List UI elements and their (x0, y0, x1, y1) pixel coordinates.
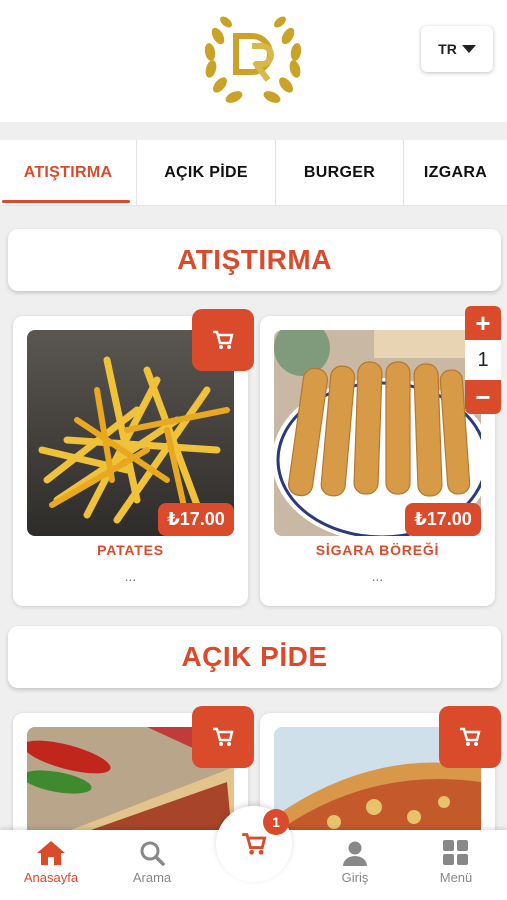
caret-down-icon (461, 45, 476, 53)
category-tabs: ATIŞTIRMA AÇIK PİDE BURGER IZGARA (0, 140, 507, 206)
nav-label: Arama (132, 870, 172, 885)
increase-quantity-button[interactable]: + (465, 306, 501, 340)
cart-icon (460, 727, 481, 746)
product-name: SİGARA BÖREĞİ (315, 542, 440, 558)
language-selector[interactable]: TR (421, 26, 493, 72)
product-card[interactable]: ₺17.00 SİGARA BÖREĞİ ... (260, 316, 495, 606)
brand-logo[interactable] (196, 6, 310, 110)
quantity-value: 1 (465, 340, 501, 380)
price-badge: ₺17.00 (158, 503, 234, 536)
add-to-cart-button[interactable] (439, 706, 501, 768)
language-label: TR (438, 41, 457, 57)
tab-burger[interactable]: BURGER (276, 140, 404, 206)
nav-label: Anasayfa (23, 870, 79, 885)
nav-search[interactable]: Arama (112, 840, 192, 896)
tab-acik-pide[interactable]: AÇIK PİDE (137, 140, 276, 206)
product-name: PATATES (97, 542, 164, 558)
user-icon (343, 841, 367, 866)
add-to-cart-button[interactable] (192, 309, 254, 371)
product-description: ... (371, 568, 384, 584)
tab-atistirma[interactable]: ATIŞTIRMA (0, 140, 137, 206)
cart-icon (213, 727, 234, 746)
nav-label: Giriş (341, 870, 369, 885)
home-icon (37, 841, 65, 865)
cart-count-badge: 1 (263, 809, 289, 835)
cart-icon (242, 833, 267, 855)
section-title: ATIŞTIRMA (8, 229, 501, 291)
section-title: AÇIK PİDE (8, 626, 501, 688)
price-badge: ₺17.00 (405, 503, 481, 536)
cart-icon (213, 330, 234, 349)
quantity-stepper: + 1 − (465, 306, 501, 414)
nav-menu[interactable]: Menü (416, 840, 496, 896)
nav-login[interactable]: Giriş (315, 840, 395, 896)
app-header: TR (0, 0, 507, 122)
nav-home[interactable]: Anasayfa (11, 840, 91, 896)
product-description: ... (124, 568, 137, 584)
add-to-cart-button[interactable] (192, 706, 254, 768)
grid-icon (443, 840, 468, 865)
tab-izgara[interactable]: IZGARA (404, 140, 507, 206)
nav-label: Menü (439, 870, 473, 885)
decrease-quantity-button[interactable]: − (465, 380, 501, 414)
search-icon (140, 841, 165, 866)
